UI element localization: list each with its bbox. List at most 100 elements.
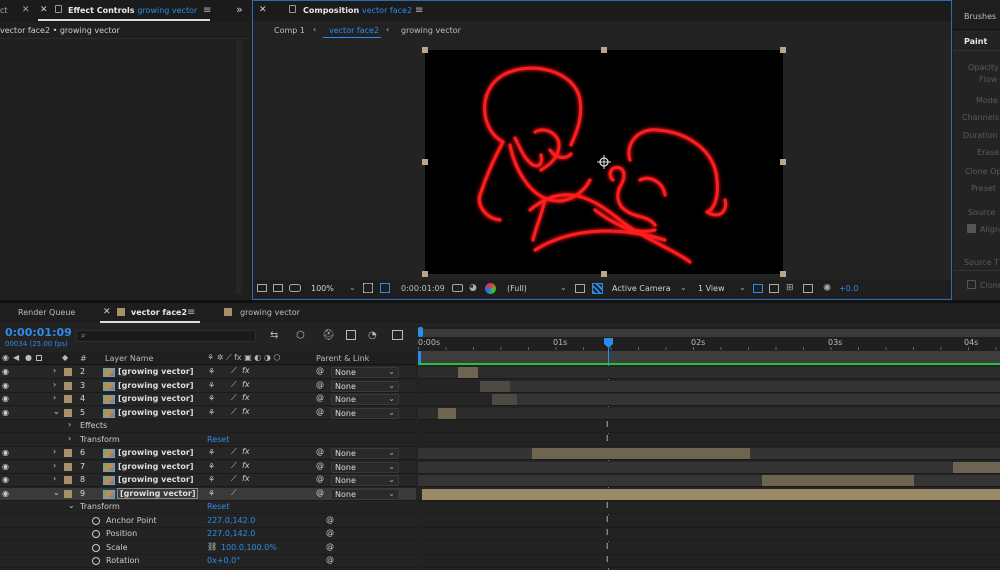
tab-composition[interactable]: Composition vector face2 <box>303 6 412 15</box>
column-layer-name-label[interactable]: Layer Name <box>105 354 153 363</box>
keyframe-nav-icon[interactable]: I <box>606 528 608 537</box>
close-icon[interactable]: ✕ <box>103 307 111 317</box>
quality-switch-icon[interactable]: ⟋ <box>231 407 237 417</box>
keyframe-nav-icon[interactable]: I <box>606 542 608 551</box>
parent-select[interactable]: None ⌄ <box>331 380 399 392</box>
expand-chevron-icon[interactable]: ⌄ <box>53 407 60 416</box>
expand-chevron-icon[interactable]: › <box>53 461 56 470</box>
layer-name[interactable]: [growing vector] <box>118 448 193 457</box>
lock-icon[interactable] <box>289 5 296 13</box>
property-row[interactable]: Position 227.0,142.0 @ <box>0 528 416 541</box>
keyframe-nav-icon[interactable]: I <box>606 434 608 443</box>
label-color-swatch[interactable] <box>64 368 72 376</box>
property-value[interactable]: 227.0,142.0 <box>207 516 255 525</box>
current-time-display[interactable]: 0:00:01:09 <box>401 284 445 293</box>
eye-icon[interactable]: ◉ <box>2 353 9 362</box>
label-color-swatch[interactable] <box>64 449 72 457</box>
quality-switch-icon[interactable]: ⟋ <box>231 393 237 403</box>
effects-switch-icon[interactable]: fx <box>242 380 250 389</box>
layer-track[interactable] <box>418 393 1000 406</box>
layer-duration-bar[interactable] <box>438 407 456 419</box>
frame-blending-icon[interactable] <box>346 330 356 340</box>
tab-paint[interactable]: Paint <box>964 37 987 46</box>
expression-pickwhip-icon[interactable]: @ <box>326 515 334 524</box>
clone-overlay-checkbox[interactable] <box>967 280 976 289</box>
layer-duration-bar[interactable] <box>418 367 1000 378</box>
close-icon[interactable]: ✕ <box>40 5 48 15</box>
layer-track[interactable] <box>418 379 1000 393</box>
keyframe-nav-icon[interactable]: I <box>606 555 608 564</box>
eye-icon[interactable]: ◉ <box>2 408 9 417</box>
parent-pickwhip-icon[interactable]: @ <box>316 407 324 416</box>
draft-3d-icon[interactable] <box>769 284 779 293</box>
eye-icon[interactable]: ◉ <box>2 475 9 484</box>
layer-name[interactable]: [growing vector] <box>118 475 193 484</box>
overflow-chevron-icon[interactable]: » <box>236 3 243 16</box>
region-of-interest-icon[interactable] <box>363 283 373 293</box>
keyframe-nav-icon[interactable]: I <box>606 420 608 429</box>
property-row[interactable]: › Transform Reset <box>0 433 416 447</box>
draft-3d-toggle-icon[interactable]: ⬡ <box>296 330 305 341</box>
keyframe-nav-icon[interactable]: I <box>606 501 608 510</box>
layer-name[interactable]: [growing vector] <box>118 381 193 390</box>
parent-select[interactable]: None ⌄ <box>331 394 399 405</box>
color-channels-icon[interactable] <box>485 283 496 294</box>
stopwatch-icon[interactable] <box>92 530 100 538</box>
parent-pickwhip-icon[interactable]: @ <box>316 488 324 497</box>
label-color-swatch[interactable] <box>64 462 72 471</box>
expand-chevron-icon[interactable]: › <box>68 434 71 443</box>
label-color-swatch[interactable] <box>64 395 72 403</box>
vr-mask-icon[interactable] <box>289 284 301 292</box>
layer-duration-bar[interactable] <box>762 475 914 486</box>
panel-menu-icon[interactable]: ≡ <box>203 5 211 16</box>
tab-brushes[interactable]: Brushes <box>964 12 996 21</box>
layer-name[interactable]: [growing vector] <box>118 367 193 376</box>
toggle-transparency-icon[interactable] <box>592 283 603 294</box>
parent-select[interactable]: None ⌄ <box>331 461 399 473</box>
anchor-point-icon[interactable] <box>597 155 611 169</box>
keyframe-nav-icon[interactable]: I <box>606 515 608 524</box>
tab-growing-vector[interactable]: growing vector <box>240 308 300 317</box>
layer-search-input[interactable]: ⌕ <box>76 330 256 342</box>
lock-icon[interactable] <box>36 355 42 361</box>
tab-render-queue[interactable]: Render Queue <box>18 308 75 317</box>
layer-duration-bar[interactable] <box>418 461 1000 473</box>
reset-link[interactable]: Reset <box>207 502 229 511</box>
panel-menu-icon[interactable]: ≡ <box>187 307 195 318</box>
monitor-icon[interactable] <box>273 284 283 292</box>
stopwatch-icon[interactable] <box>92 543 100 552</box>
layer-name[interactable]: [growing vector] <box>118 462 193 471</box>
stopwatch-icon[interactable] <box>92 557 100 565</box>
constrain-proportions-icon[interactable]: ⛓ <box>207 542 217 551</box>
shy-switch-icon[interactable]: ⚘ <box>208 408 215 417</box>
layer-duration-bar[interactable] <box>517 394 1000 405</box>
lock-icon[interactable] <box>55 5 62 13</box>
reset-link[interactable]: Reset <box>207 435 229 444</box>
quality-switch-icon[interactable]: ⟋ <box>231 461 237 471</box>
expand-chevron-icon[interactable]: › <box>53 474 56 483</box>
close-icon[interactable]: ✕ <box>22 5 30 15</box>
aligned-checkbox[interactable] <box>967 224 976 233</box>
expand-chevron-icon[interactable]: › <box>53 380 56 389</box>
quality-switch-icon[interactable]: ⟋ <box>231 366 237 376</box>
layer-duration-bar[interactable] <box>480 380 510 392</box>
layer-duration-bar[interactable] <box>492 394 517 405</box>
graph-editor-icon[interactable] <box>392 330 403 340</box>
parent-select[interactable]: None ⌄ <box>331 488 399 500</box>
parent-pickwhip-icon[interactable]: @ <box>316 380 324 389</box>
chevron-down-icon[interactable]: ⌄ <box>680 283 687 292</box>
layer-duration-bar[interactable] <box>510 380 1000 392</box>
view-layout-select[interactable]: 1 View <box>698 284 725 293</box>
shy-switch-icon[interactable]: ⚘ <box>208 394 215 403</box>
motion-blur-icon[interactable]: ◔ <box>368 330 377 341</box>
expression-pickwhip-icon[interactable]: @ <box>326 528 334 537</box>
effects-switch-icon[interactable]: fx <box>242 461 250 470</box>
tab-vector-face2[interactable]: vector face2 <box>131 308 187 317</box>
breadcrumb-item-growing-vector[interactable]: growing vector <box>401 26 461 35</box>
bbox-handle[interactable] <box>422 47 428 53</box>
camera-snapshot-icon[interactable] <box>452 284 463 292</box>
layer-row[interactable]: ◉ ⌄ 9 [growing vector] ⚘ ⟋ @ None ⌄ <box>0 487 416 501</box>
breadcrumb-item-comp1[interactable]: Comp 1 <box>274 26 305 35</box>
layer-row[interactable]: ◉ › 6 [growing vector] ⚘ ⟋ fx @ None ⌄ <box>0 447 416 460</box>
breadcrumb-item-vector-face2[interactable]: vector face2 <box>329 26 379 35</box>
